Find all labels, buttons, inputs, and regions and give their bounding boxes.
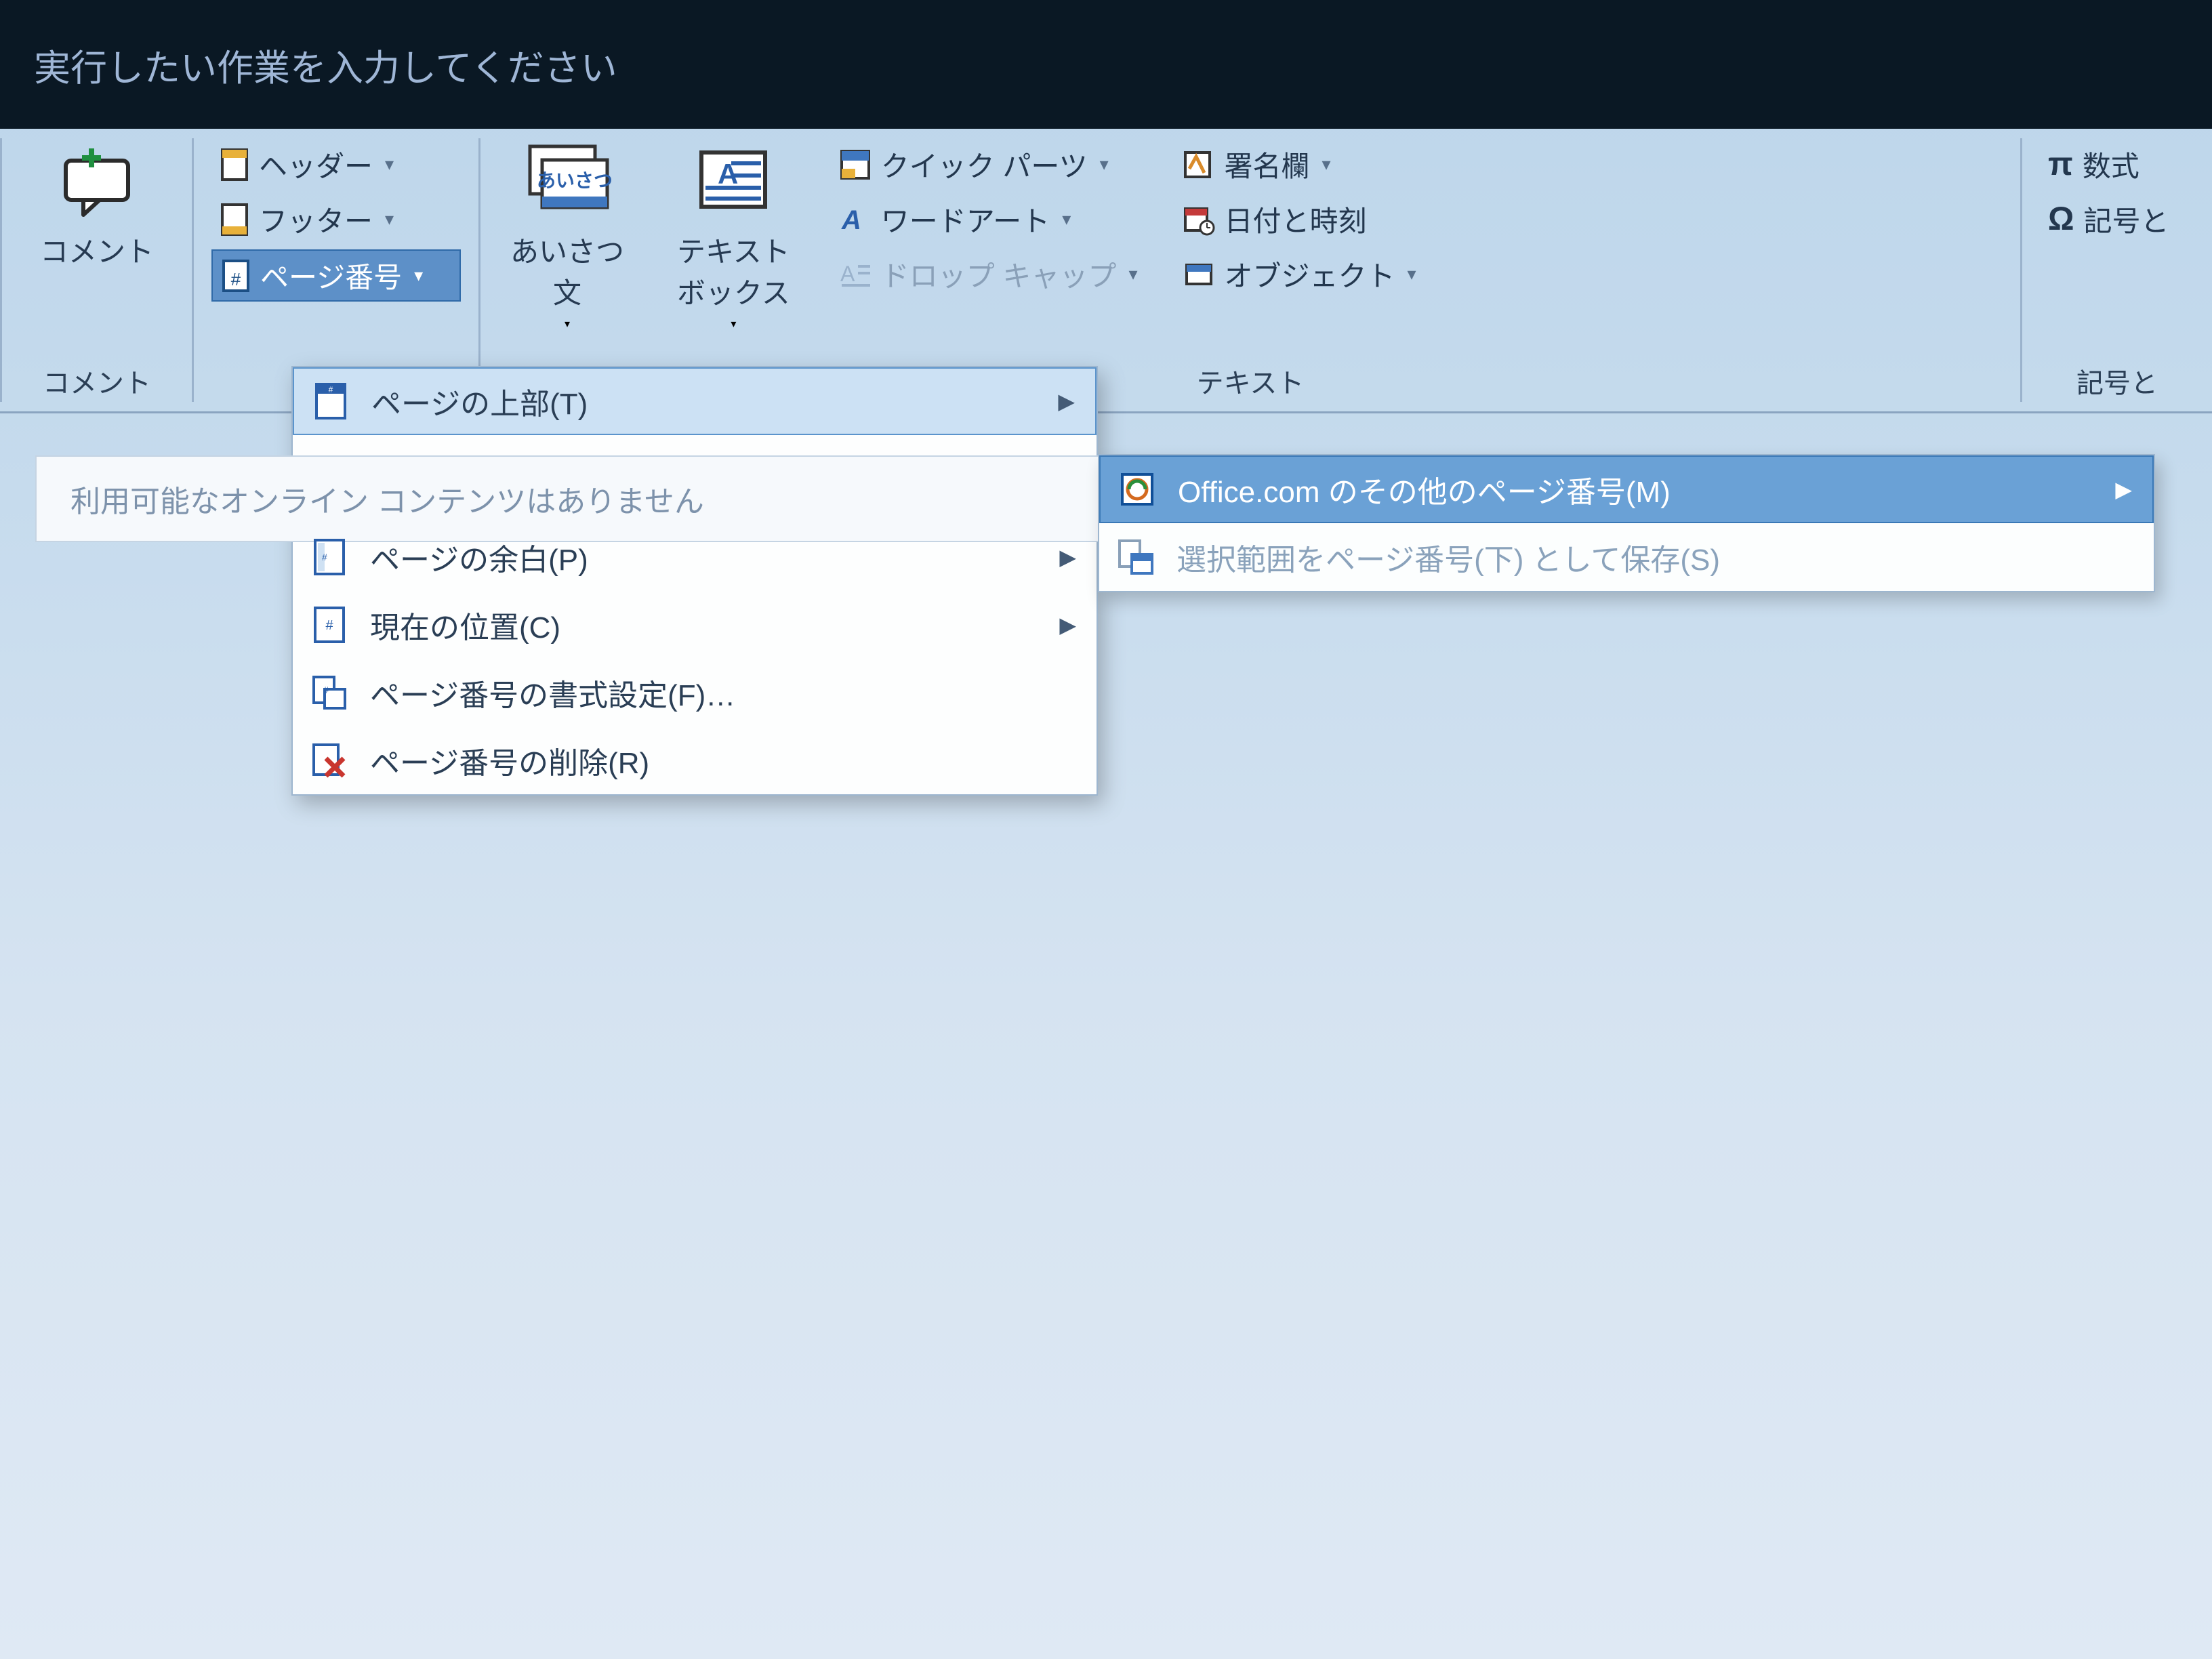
remove-page-number-icon xyxy=(309,740,350,781)
object-icon xyxy=(1183,258,1215,291)
quick-parts-label: クイック パーツ xyxy=(881,144,1088,185)
banner-text: 利用可能なオンライン コンテンツはありません xyxy=(70,485,704,518)
menu-item-label: 選択範囲をページ番号(下) として保存(S) xyxy=(1176,535,1720,579)
menu-item-label: ページの上部(T) xyxy=(371,380,588,423)
chevron-right-icon: ▶ xyxy=(2115,476,2132,502)
page-current-icon: # xyxy=(309,605,350,645)
page-number-button[interactable]: # ページ番号 ▾ xyxy=(211,249,461,302)
svg-text:A: A xyxy=(841,205,861,235)
menu-item-label: 現在の位置(C) xyxy=(370,603,560,647)
textbox-label: テキスト ボックス xyxy=(677,229,790,312)
chevron-down-icon: ▾ xyxy=(1128,264,1137,285)
svg-text:あいさつ: あいさつ xyxy=(537,170,611,191)
svg-text:#: # xyxy=(231,269,241,289)
header-label: ヘッダー xyxy=(259,144,373,185)
equation-button[interactable]: π 数式 xyxy=(2040,140,2177,189)
svg-text:A: A xyxy=(840,262,855,286)
footer-icon xyxy=(220,202,249,237)
chevron-down-icon: ▾ xyxy=(731,317,736,331)
wordart-button[interactable]: A ワードアート ▾ xyxy=(831,194,1146,244)
group-symbols: π 数式 Ω 記号と 記号と xyxy=(2022,129,2212,411)
group-comments: コメント コメント xyxy=(2,129,192,411)
menu-item-top-of-page[interactable]: # ページの上部(T) ▶ xyxy=(293,367,1097,435)
office-online-icon xyxy=(1117,469,1158,510)
header-button[interactable]: ヘッダー ▾ xyxy=(211,140,461,189)
wordart-label: ワードアート xyxy=(881,199,1050,240)
wordart-icon: A xyxy=(839,203,872,236)
svg-text:#: # xyxy=(329,385,333,394)
comment-icon xyxy=(56,142,138,224)
greeting-label: あいさつ 文 xyxy=(510,229,624,312)
menu-item-label: Office.com のその他のページ番号(M) xyxy=(1178,468,1671,511)
new-comment-label: コメント xyxy=(40,229,154,270)
greeting-icon: あいさつ xyxy=(523,142,611,224)
datetime-label: 日付と時刻 xyxy=(1225,199,1367,240)
pi-icon: π xyxy=(2048,146,2073,183)
greeting-button[interactable]: あいさつ あいさつ 文 ▾ xyxy=(494,136,640,337)
equation-label: 数式 xyxy=(2083,144,2139,185)
svg-text:#: # xyxy=(325,618,333,633)
menu-item-format-page-number[interactable]: # ページ番号の書式設定(F)… xyxy=(293,659,1097,726)
save-selection-icon xyxy=(1115,537,1156,577)
menu-item-current-position[interactable]: # 現在の位置(C) ▶ xyxy=(293,591,1097,659)
tell-me-placeholder: 実行したい作業を入力してください xyxy=(34,38,617,91)
signature-icon xyxy=(1183,148,1215,181)
footer-label: フッター xyxy=(259,199,373,240)
dropcap-icon: A xyxy=(839,258,872,291)
tell-me-bar[interactable]: 実行したい作業を入力してください xyxy=(0,0,2212,129)
quick-parts-icon xyxy=(839,148,872,181)
format-page-number-icon: # xyxy=(309,672,350,713)
object-button[interactable]: オブジェクト ▾ xyxy=(1174,249,1425,299)
chevron-down-icon: ▾ xyxy=(1408,264,1416,285)
page-top-icon: # xyxy=(310,381,351,422)
omega-icon: Ω xyxy=(2048,201,2074,238)
page-margin-icon: # xyxy=(309,537,350,577)
quick-parts-button[interactable]: クイック パーツ ▾ xyxy=(831,140,1146,189)
page-number-label: ページ番号 xyxy=(260,255,402,296)
datetime-button[interactable]: 日付と時刻 xyxy=(1174,194,1425,244)
signature-line-button[interactable]: 署名欄 ▾ xyxy=(1174,140,1425,189)
new-comment-button[interactable]: コメント xyxy=(24,136,170,277)
header-icon xyxy=(220,147,249,182)
chevron-right-icon: ▶ xyxy=(1058,388,1075,414)
menu-item-save-selection[interactable]: 選択範囲をページ番号(下) として保存(S) xyxy=(1099,523,2154,591)
dropcap-button[interactable]: A ドロップ キャップ ▾ xyxy=(831,249,1146,299)
menu-item-page-margin[interactable]: # ページの余白(P) ▶ xyxy=(293,523,1097,591)
page-top-submenu: Office.com のその他のページ番号(M) ▶ 選択範囲をページ番号(下)… xyxy=(1098,454,2155,592)
textbox-icon: A xyxy=(693,142,774,224)
menu-item-label: ページの余白(P) xyxy=(370,535,588,579)
svg-text:#: # xyxy=(323,684,329,695)
chevron-down-icon: ▾ xyxy=(414,265,423,286)
menu-item-label: ページ番号の書式設定(F)… xyxy=(370,671,735,714)
symbol-button[interactable]: Ω 記号と xyxy=(2040,194,2177,244)
menu-item-label: ページ番号の削除(R) xyxy=(370,739,649,782)
chevron-right-icon: ▶ xyxy=(1059,544,1076,570)
signature-label: 署名欄 xyxy=(1225,144,1310,185)
svg-text:#: # xyxy=(322,552,327,562)
page-number-menu: # ページの上部(T) ▶ 利用可能なオンライン コンテンツはありません # ペ… xyxy=(291,366,1098,796)
chevron-down-icon: ▾ xyxy=(1322,154,1331,175)
datetime-icon xyxy=(1183,203,1215,236)
page-number-icon: # xyxy=(221,258,251,293)
chevron-down-icon: ▾ xyxy=(385,209,394,230)
chevron-down-icon: ▾ xyxy=(565,317,570,331)
chevron-down-icon: ▾ xyxy=(1100,154,1109,175)
chevron-right-icon: ▶ xyxy=(1059,612,1076,638)
textbox-button[interactable]: A テキスト ボックス ▾ xyxy=(661,136,806,337)
chevron-down-icon: ▾ xyxy=(385,154,394,175)
dropcap-label: ドロップ キャップ xyxy=(881,253,1117,295)
group-comments-label: コメント xyxy=(43,361,151,405)
menu-item-remove-page-number[interactable]: ページ番号の削除(R) xyxy=(293,726,1097,794)
group-symbols-label: 記号と xyxy=(2076,361,2158,405)
object-label: オブジェクト xyxy=(1225,253,1395,295)
chevron-down-icon: ▾ xyxy=(1062,209,1071,230)
menu-item-office-more[interactable]: Office.com のその他のページ番号(M) ▶ xyxy=(1099,455,2154,523)
symbol-label: 記号と xyxy=(2083,199,2169,240)
footer-button[interactable]: フッター ▾ xyxy=(211,194,461,244)
